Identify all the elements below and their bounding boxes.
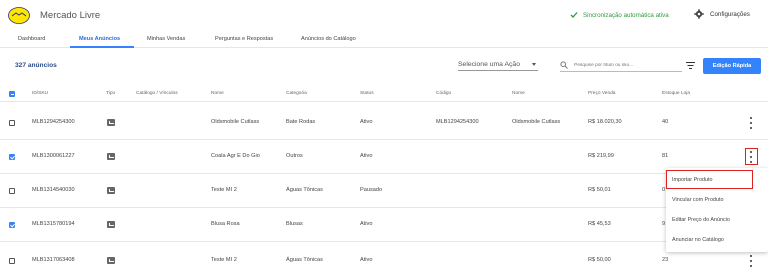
row-estoque: 23 (662, 257, 669, 263)
listing-type-icon (107, 257, 115, 264)
table-header: ID/SKU Tipo Catálogo / Vínculos Nome Cat… (0, 86, 768, 102)
table-row[interactable]: MLB1317063408 Teste MI 2 Águas Tônicas A… (0, 242, 768, 277)
row-status: Ativo (360, 119, 373, 125)
tab-anuncios-catalogo[interactable]: Anúncios do Catálogo (301, 36, 356, 42)
row-estoque: 40 (662, 119, 669, 125)
row-preco: R$ 50,00 (588, 257, 611, 263)
tab-dashboard[interactable]: Dashboard (18, 36, 45, 42)
row-status: Ativo (360, 257, 373, 263)
quick-edit-button[interactable]: Edição Rápida (703, 58, 761, 74)
col-header-id: ID/SKU (32, 91, 48, 96)
row-categoria: Águas Tônicas (286, 257, 323, 263)
app-title: Mercado Livre (40, 10, 101, 21)
row-id: MLB1314540030 (32, 187, 75, 193)
col-header-nome2: Nome (512, 91, 525, 96)
row-preco: R$ 50,01 (588, 187, 611, 193)
settings-label: Configurações (710, 10, 750, 18)
table-row[interactable]: MLB1315780194 Blusa Rosa Blusas Ativo R$… (0, 208, 768, 242)
row-checkbox[interactable] (9, 120, 15, 126)
action-select[interactable]: Selecione uma Ação (458, 58, 538, 71)
settings-button[interactable]: Configurações (694, 9, 750, 19)
row-estoque: 9 (662, 221, 666, 227)
row-categoria: Outros (286, 153, 303, 159)
row-preco: R$ 18.020,30 (588, 119, 622, 125)
row-nome: Teste MI 2 (211, 187, 237, 193)
row-codigo: MLB1294254300 (436, 119, 479, 125)
select-all-checkbox[interactable] (9, 91, 15, 97)
menu-item-catalog[interactable]: Anunciar no Catálogo (672, 237, 724, 243)
check-icon (570, 12, 578, 18)
table-row[interactable]: MLB1294254300 Oldsmobile Cutlass Bate Ro… (0, 106, 768, 140)
row-id: MLB1317063408 (32, 257, 75, 263)
search-input[interactable] (574, 62, 674, 68)
col-header-preco: Preço Venda (588, 91, 616, 96)
sync-status-label: Sincronização automática ativa (583, 11, 669, 19)
row-nome: Coala Agr E Do Gio (211, 153, 260, 159)
mercado-livre-logo-icon (8, 7, 30, 24)
search-icon (560, 61, 568, 69)
row-estoque: 0 (662, 187, 666, 193)
row-checkbox[interactable] (9, 188, 15, 194)
col-header-tipo: Tipo (106, 91, 116, 96)
row-categoria: Blusas (286, 221, 303, 227)
action-select-value: Selecione uma Ação (458, 60, 520, 68)
caret-down-icon (532, 63, 536, 66)
row-nome2: Oldsmobile Cutlass (512, 119, 561, 125)
col-header-codigo: Código (436, 91, 452, 96)
active-tab-indicator (70, 46, 134, 48)
listing-count: 327 anúncios (15, 62, 57, 69)
table-row[interactable]: MLB1314540030 Teste MI 2 Águas Tônicas P… (0, 174, 768, 208)
menu-item-edit-price[interactable]: Editar Preço do Anúncio (672, 217, 730, 223)
table-row[interactable]: MLB1300061227 Coala Agr E Do Gio Outros … (0, 140, 768, 174)
search-box (560, 59, 682, 72)
row-status: Pausado (360, 187, 383, 193)
row-id: MLB1294254300 (32, 119, 75, 125)
tab-perguntas-respostas[interactable]: Perguntas e Respostas (215, 36, 273, 42)
row-checkbox[interactable] (9, 222, 15, 228)
row-preco: R$ 45,53 (588, 221, 611, 227)
sync-status: Sincronização automática ativa (570, 11, 669, 19)
kebab-highlight (745, 148, 758, 165)
row-categoria: Bate Rodas (286, 119, 316, 125)
row-checkbox[interactable] (9, 258, 15, 264)
gear-icon (694, 9, 704, 19)
tab-meus-anuncios[interactable]: Meus Anúncios (79, 36, 120, 42)
listing-type-icon (107, 119, 115, 126)
col-header-categoria: Categoria (286, 91, 307, 96)
row-categoria: Águas Tônicas (286, 187, 323, 193)
app-header: Mercado Livre Sincronização automática a… (0, 0, 768, 32)
filter-icon[interactable] (686, 62, 695, 69)
more-options-icon[interactable] (749, 255, 753, 267)
col-header-status: Status (360, 91, 374, 96)
listing-type-icon (107, 221, 115, 228)
more-options-icon[interactable] (749, 117, 753, 129)
row-nome: Teste MI 2 (211, 257, 237, 263)
menu-item-highlight (666, 170, 753, 189)
row-estoque: 81 (662, 153, 669, 159)
row-id: MLB1315780194 (32, 221, 75, 227)
row-checkbox[interactable] (9, 154, 15, 160)
row-status: Ativo (360, 153, 373, 159)
listing-type-icon (107, 187, 115, 194)
row-preco: R$ 219,99 (588, 153, 614, 159)
main-tabs: Dashboard Meus Anúncios Minhas Vendas Pe… (0, 32, 768, 48)
col-header-catalogo: Catálogo / Vínculos (136, 91, 178, 96)
menu-item-link-product[interactable]: Vincular com Produto (672, 197, 723, 203)
col-header-estoque: Estoque Loja (662, 91, 691, 96)
col-header-nome: Nome (211, 91, 224, 96)
listing-type-icon (107, 153, 115, 160)
row-status: Ativo (360, 221, 373, 227)
row-nome: Oldsmobile Cutlass (211, 119, 260, 125)
row-nome: Blusa Rosa (211, 221, 240, 227)
tab-minhas-vendas[interactable]: Minhas Vendas (147, 36, 185, 42)
row-id: MLB1300061227 (32, 153, 75, 159)
